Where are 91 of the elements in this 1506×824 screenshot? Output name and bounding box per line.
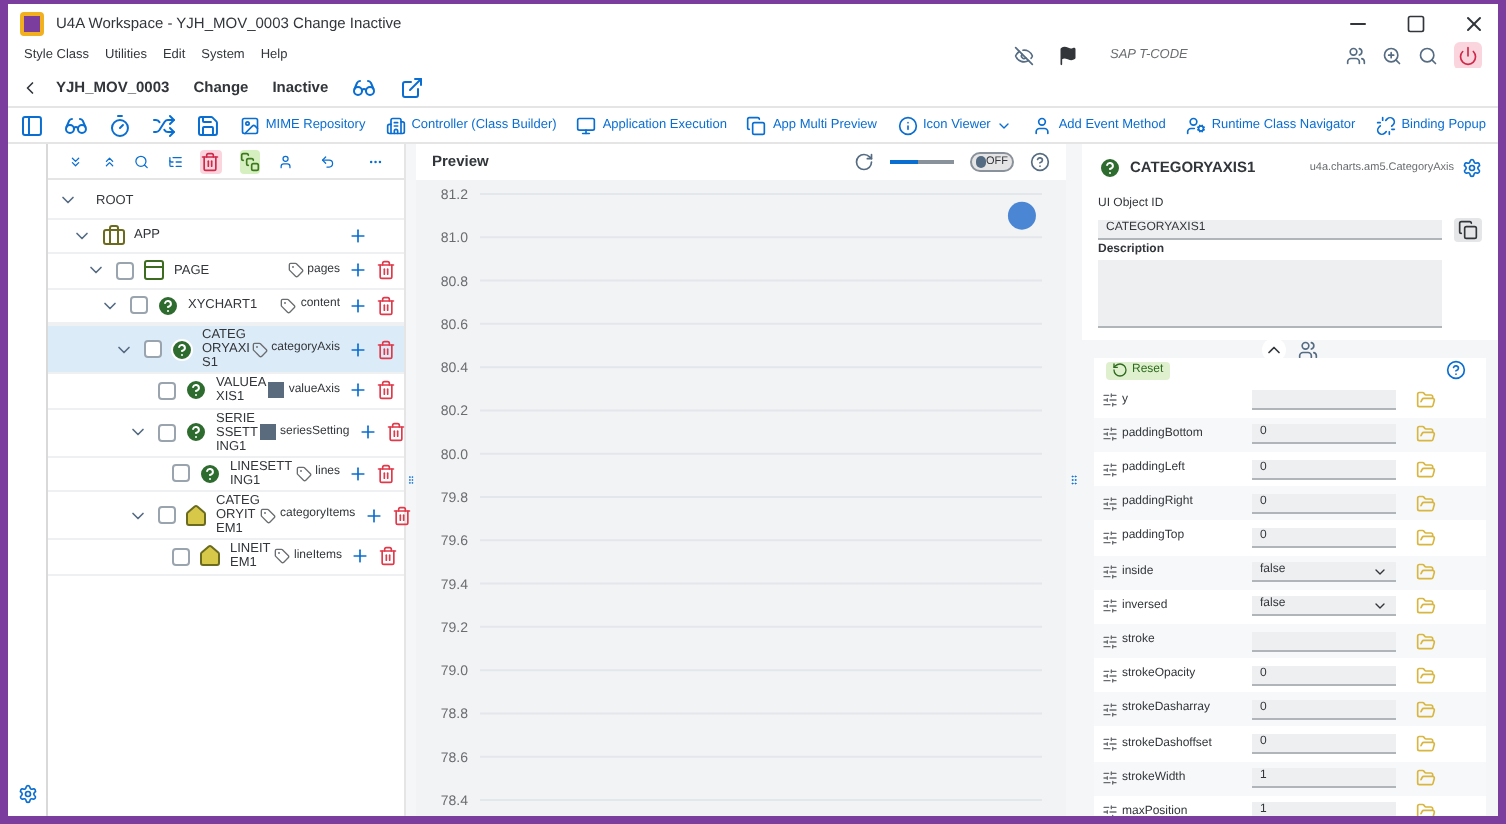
unlink-icon xyxy=(1375,115,1396,135)
add-icon[interactable] xyxy=(357,422,378,442)
reset-icon xyxy=(1112,362,1128,379)
description-field[interactable] xyxy=(1098,260,1442,328)
property-icon xyxy=(1102,770,1118,787)
delete-icon[interactable] xyxy=(376,260,396,281)
external-link-icon[interactable] xyxy=(400,75,425,99)
trash-icon xyxy=(200,151,221,171)
property-icon xyxy=(1102,529,1118,546)
copy-icon xyxy=(240,151,261,171)
delete-icon[interactable] xyxy=(391,505,412,525)
property-icon xyxy=(1102,633,1118,649)
copy-icon xyxy=(746,115,767,135)
sidebar-toggle-icon[interactable] xyxy=(20,113,44,137)
building-icon xyxy=(385,115,406,135)
help-icon[interactable] xyxy=(1030,152,1050,172)
tree-checkbox[interactable] xyxy=(130,296,148,315)
user-icon xyxy=(1032,115,1053,135)
tree-checkbox[interactable] xyxy=(158,506,176,524)
property-icon xyxy=(1102,461,1118,478)
copy-button[interactable] xyxy=(239,149,261,173)
add-icon[interactable] xyxy=(348,380,368,401)
glasses-icon[interactable] xyxy=(352,75,377,99)
zoom-in-icon[interactable] xyxy=(1382,45,1402,65)
app-logo-icon xyxy=(20,11,44,35)
help-icon[interactable] xyxy=(1446,360,1466,381)
tree-checkbox[interactable] xyxy=(144,340,162,358)
search-icon[interactable] xyxy=(134,151,150,171)
help-circle-icon xyxy=(184,378,208,403)
add-icon[interactable] xyxy=(348,225,368,246)
user-gear-icon xyxy=(1185,115,1206,135)
delete-icon[interactable] xyxy=(385,422,406,442)
add-icon[interactable] xyxy=(363,505,384,525)
help-circle-icon xyxy=(170,337,194,361)
house-icon xyxy=(198,544,222,569)
tree-checkbox[interactable] xyxy=(172,464,190,483)
flag-icon[interactable] xyxy=(1058,45,1078,65)
copy-icon xyxy=(1458,220,1478,240)
eye-off-icon[interactable] xyxy=(1014,45,1034,65)
house-icon xyxy=(184,503,208,527)
delete-icon[interactable] xyxy=(376,339,396,359)
glasses-icon[interactable] xyxy=(63,113,88,137)
save-icon[interactable] xyxy=(195,113,220,137)
property-icon xyxy=(1102,426,1118,443)
undo-icon[interactable] xyxy=(319,151,335,171)
timer-icon[interactable] xyxy=(107,113,132,137)
tree-checkbox[interactable] xyxy=(158,381,176,400)
add-icon[interactable] xyxy=(348,339,368,359)
search-icon[interactable] xyxy=(1418,45,1438,65)
maximize-icon[interactable] xyxy=(1406,13,1426,33)
tree-checkbox[interactable] xyxy=(172,547,190,566)
delete-icon[interactable] xyxy=(378,546,399,567)
add-icon[interactable] xyxy=(348,295,368,316)
property-icon xyxy=(1102,598,1118,615)
page-icon xyxy=(142,258,166,283)
briefcase-icon xyxy=(102,223,126,248)
help-circle-icon xyxy=(198,461,222,486)
property-icon xyxy=(1102,736,1118,753)
users-icon[interactable] xyxy=(1298,339,1318,359)
property-icon xyxy=(1102,495,1118,512)
property-icon xyxy=(1102,804,1118,816)
gear-icon[interactable] xyxy=(17,784,37,804)
help-circle-icon xyxy=(184,420,208,444)
tree-checkbox[interactable] xyxy=(116,261,134,280)
add-icon[interactable] xyxy=(348,463,368,484)
delete-icon[interactable] xyxy=(376,295,396,316)
add-icon[interactable] xyxy=(348,260,368,281)
copy-button[interactable] xyxy=(1454,218,1482,242)
image-icon xyxy=(239,115,260,135)
shuffle-icon[interactable] xyxy=(151,113,176,137)
delete-icon[interactable] xyxy=(376,463,396,484)
gear-icon[interactable] xyxy=(1462,158,1482,178)
property-icon xyxy=(1102,392,1118,409)
help-circle-icon xyxy=(1098,156,1122,180)
user-icon[interactable] xyxy=(278,151,294,171)
tree-icon[interactable] xyxy=(167,151,183,171)
property-icon xyxy=(1102,564,1118,581)
property-field[interactable] xyxy=(1252,631,1396,651)
info-icon xyxy=(897,115,917,135)
delete-icon[interactable] xyxy=(376,380,396,401)
property-icon xyxy=(1102,701,1118,718)
property-field[interactable] xyxy=(1252,390,1396,411)
tree-checkbox[interactable] xyxy=(158,423,176,441)
add-icon[interactable] xyxy=(350,546,371,567)
users-icon[interactable] xyxy=(1346,45,1366,65)
refresh-icon[interactable] xyxy=(854,152,874,172)
monitor-icon xyxy=(576,115,597,135)
help-circle-icon xyxy=(156,293,180,318)
delete-button[interactable] xyxy=(200,149,222,173)
property-icon xyxy=(1102,667,1118,684)
close-icon[interactable] xyxy=(1462,11,1486,35)
